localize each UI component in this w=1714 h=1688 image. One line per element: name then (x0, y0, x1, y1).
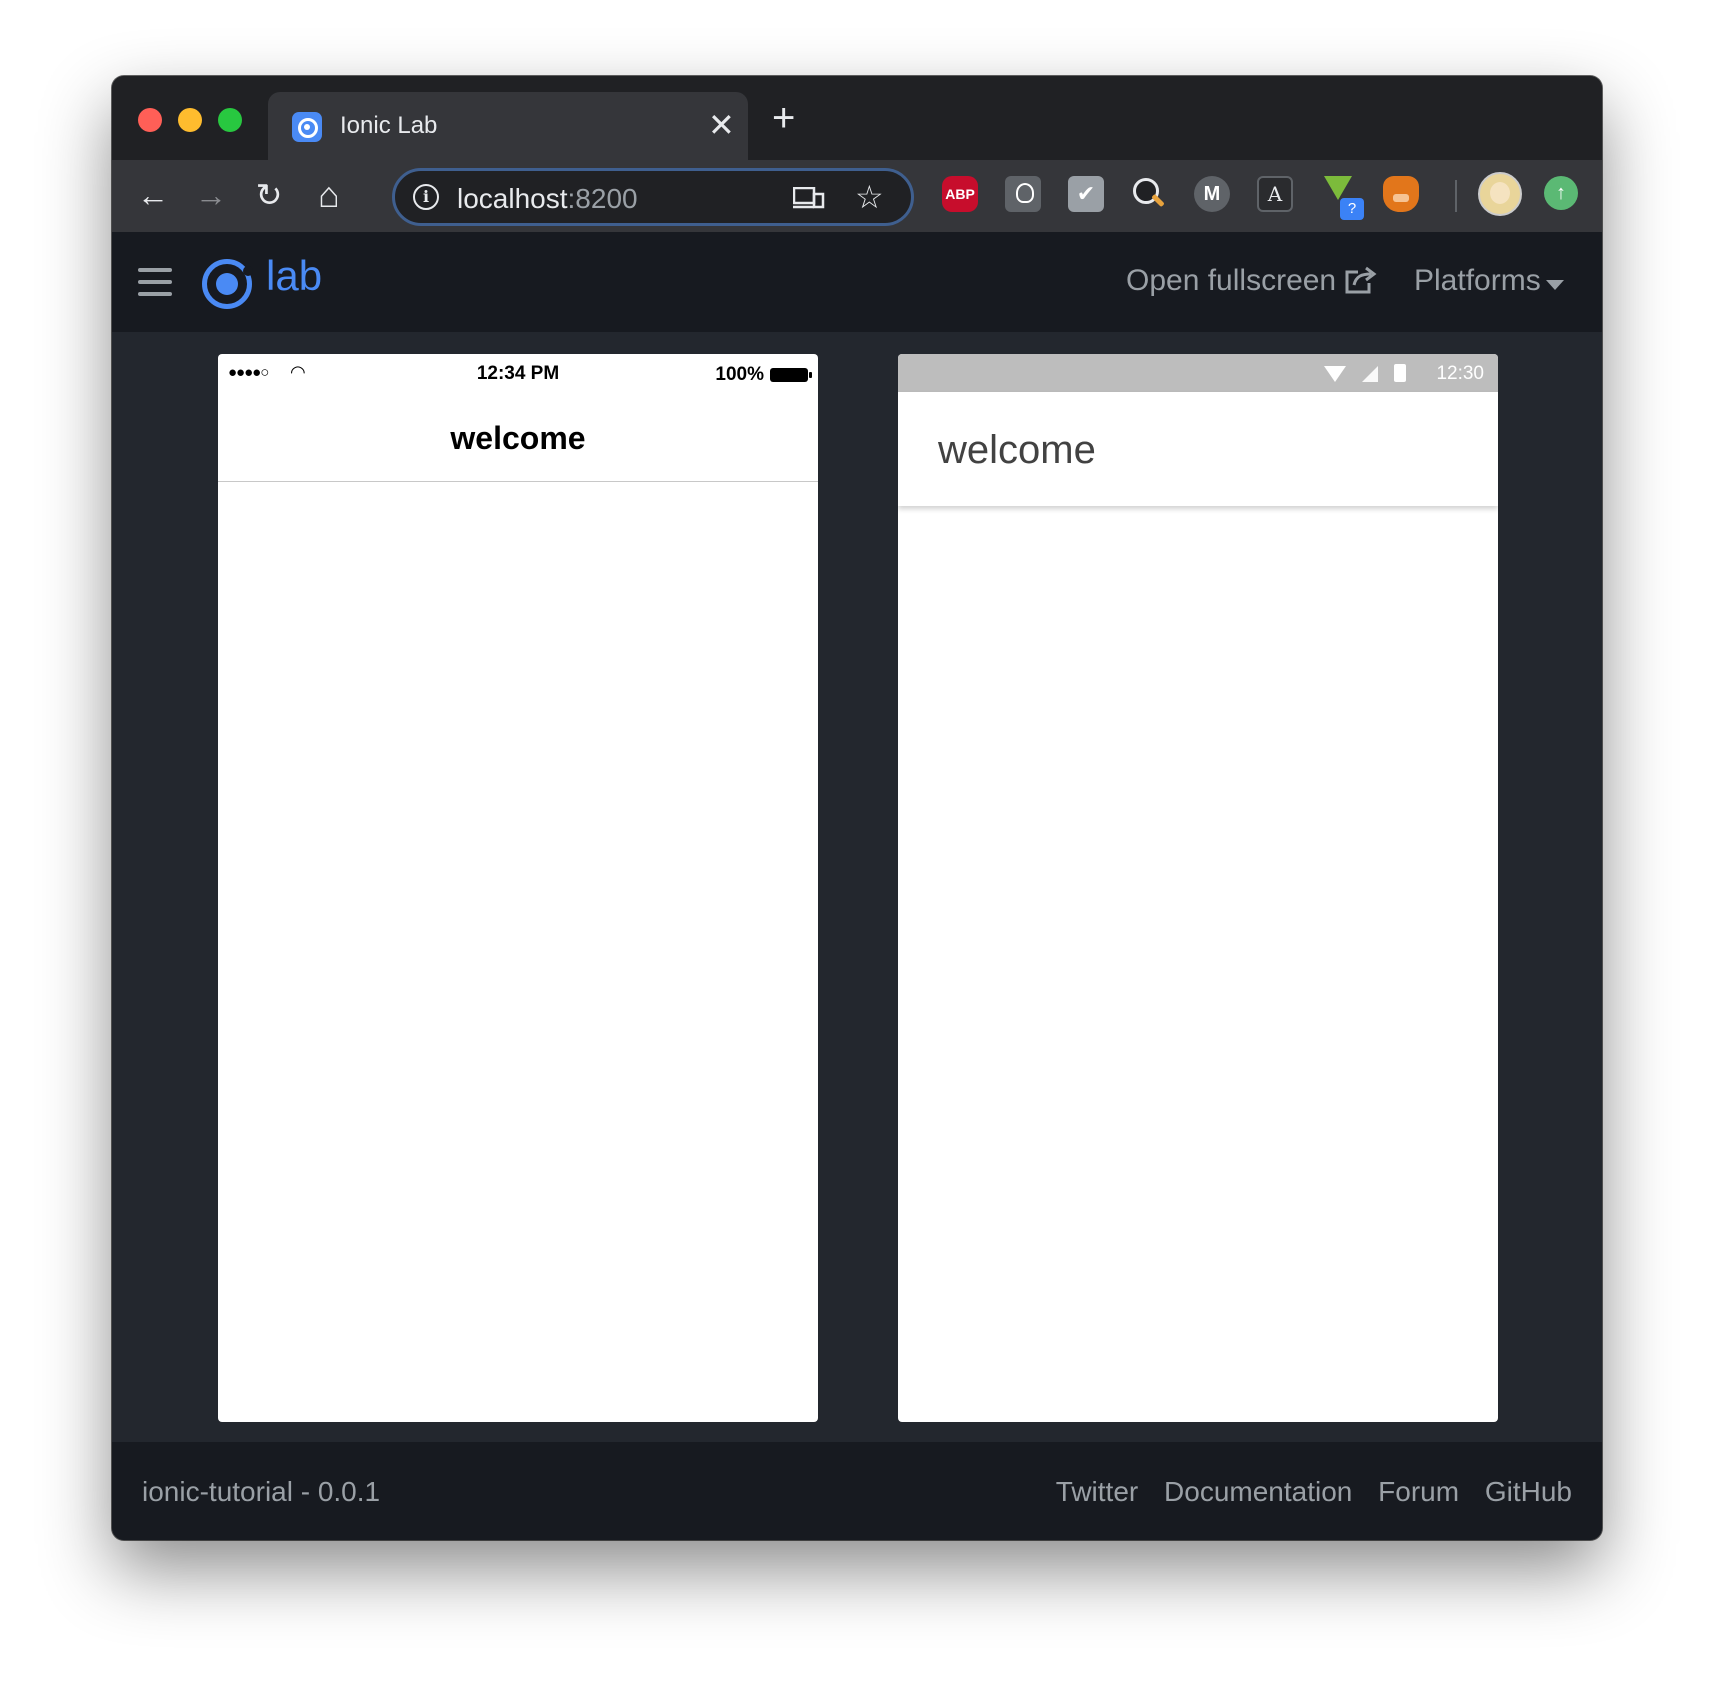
adblock-extension-icon[interactable]: ABP (942, 176, 978, 212)
browser-window: Ionic Lab ✕ + ← → ↻ ⌂ i localhost:8200 ☆… (112, 76, 1602, 1540)
platforms-dropdown[interactable]: Platforms (1414, 264, 1541, 298)
open-fullscreen-link[interactable]: Open fullscreen (1126, 264, 1336, 298)
ionic-favicon-icon (292, 112, 322, 142)
maximize-window-button[interactable] (218, 108, 242, 132)
android-toolbar: welcome (898, 392, 1498, 506)
ionic-logo-icon (202, 259, 253, 309)
twitter-link[interactable]: Twitter (1056, 1476, 1138, 1507)
address-bar[interactable]: i localhost:8200 ☆ (392, 168, 914, 226)
profile-avatar[interactable] (1478, 172, 1522, 216)
url-text[interactable]: localhost:8200 (457, 183, 638, 215)
cell-signal-icon (1362, 366, 1378, 382)
toolbar-divider (1455, 180, 1457, 212)
ios-navbar: welcome (218, 394, 818, 482)
github-link[interactable]: GitHub (1485, 1476, 1572, 1507)
android-clock: 12:30 (1436, 363, 1484, 384)
lightbulb-extension-icon[interactable] (1005, 176, 1041, 212)
js-search-extension-icon[interactable] (1131, 176, 1167, 212)
footer-links: Twitter Documentation Forum GitHub (1038, 1476, 1572, 1508)
forum-link[interactable]: Forum (1378, 1476, 1459, 1507)
battery-percent: 100% (715, 364, 764, 385)
m-extension-icon[interactable]: M (1194, 176, 1230, 212)
forward-arrow-icon[interactable]: → (188, 172, 234, 218)
checkmark-extension-icon[interactable]: ✔ (1068, 176, 1104, 212)
menu-hamburger-icon[interactable] (138, 268, 172, 296)
ios-status-bar: ●●●●○ ◠ 12:34 PM 100% (218, 354, 818, 394)
minimize-window-button[interactable] (178, 108, 202, 132)
font-extension-icon[interactable]: A (1257, 176, 1293, 212)
url-port: :8200 (567, 183, 638, 214)
page-title: welcome (938, 428, 1096, 472)
android-status-bar: 12:30 (898, 354, 1498, 392)
update-arrow-icon[interactable]: ↑ (1544, 176, 1578, 210)
metamask-fox-icon[interactable] (1383, 176, 1419, 212)
android-preview: 12:30 welcome (898, 354, 1498, 1422)
bookmark-star-icon[interactable]: ☆ (855, 177, 884, 217)
new-tab-button[interactable]: + (772, 98, 795, 138)
page-title: welcome (450, 420, 586, 456)
battery-icon (770, 368, 812, 382)
tab-title: Ionic Lab (340, 112, 438, 139)
lab-footer: ionic-tutorial - 0.0.1 Twitter Documenta… (112, 1442, 1602, 1540)
ios-preview: ●●●●○ ◠ 12:34 PM 100% welcome (218, 354, 818, 1422)
back-arrow-icon[interactable]: ← (130, 172, 176, 218)
tab-ionic-lab[interactable]: Ionic Lab ✕ (268, 92, 748, 160)
lab-header: lab Open fullscreen Platforms (112, 232, 1602, 332)
external-link-icon[interactable] (1344, 266, 1378, 294)
extension-badge: ? (1340, 198, 1364, 220)
site-info-icon[interactable]: i (413, 184, 439, 210)
documentation-link[interactable]: Documentation (1164, 1476, 1352, 1507)
battery-icon (1394, 364, 1406, 382)
app-version: ionic-tutorial - 0.0.1 (142, 1476, 381, 1507)
browser-toolbar: ← → ↻ ⌂ i localhost:8200 ☆ ABP ✔ M A ? ↑ (112, 160, 1602, 232)
reload-icon[interactable]: ↻ (246, 172, 292, 218)
tab-close-icon[interactable]: ✕ (708, 106, 735, 144)
title-bar: Ionic Lab ✕ + (112, 76, 1602, 160)
home-icon[interactable]: ⌂ (306, 172, 352, 218)
url-host: localhost (457, 183, 568, 214)
wifi-icon (1324, 366, 1346, 382)
chevron-down-icon[interactable] (1546, 280, 1564, 290)
close-window-button[interactable] (138, 108, 162, 132)
install-app-icon[interactable] (793, 187, 825, 209)
lab-logo-text: lab (266, 252, 323, 299)
